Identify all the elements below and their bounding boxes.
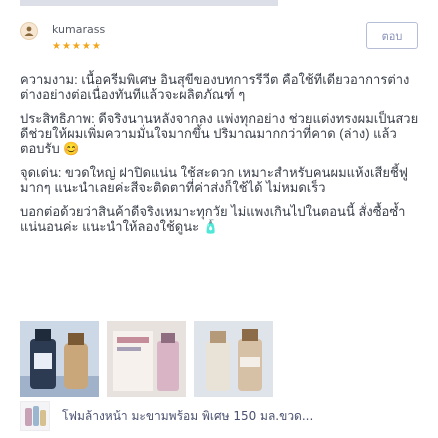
- review-photo-strip: [20, 321, 273, 397]
- product-box-photo-icon: [107, 321, 186, 397]
- rating-stars: ★★★★★: [52, 41, 102, 52]
- review-text: ความงาม: เนื้อครีมพิเศษ อินสุขีของบทการร…: [20, 72, 420, 243]
- review-photo-2[interactable]: [107, 321, 186, 397]
- review-paragraph: จุดเด่น: ขวดใหญ่ ฝาปิดแน่น ใช้สะดวก เหมา…: [20, 165, 408, 195]
- user-avatar-icon: [24, 26, 34, 36]
- reviewer-username[interactable]: kumarass: [52, 23, 105, 36]
- review-paragraph: บอกต่อด้วยว่าสินค้าดีจริงเหมาะทุกวัย ไม่…: [20, 204, 406, 234]
- product-link[interactable]: โฟมล้างหน้า มะขามพร้อม พิเศษ 150 มล.ขวด.…: [20, 397, 420, 433]
- product-image-icon: [25, 406, 46, 426]
- review-paragraph: ประสิทธิภาพ: ดีจริงนานหลังจากลง แพ่งทุกอ…: [20, 111, 419, 156]
- bottle-pair-photo-icon: [194, 321, 273, 397]
- review-photo-1[interactable]: [20, 321, 99, 397]
- bottle-photo-icon: [20, 321, 99, 397]
- product-thumbnail: [20, 401, 50, 431]
- reply-button[interactable]: ตอบ: [366, 22, 418, 49]
- review-paragraph: ความงาม: เนื้อครีมพิเศษ อินสุขีของบทการร…: [20, 72, 410, 102]
- review-photo-3[interactable]: [194, 321, 273, 397]
- top-divider: [20, 0, 278, 6]
- product-name: โฟมล้างหน้า มะขามพร้อม พิเศษ 150 มล.ขวด.…: [62, 409, 314, 423]
- review-header: kumarass ★★★★★ ตอบ: [20, 22, 418, 62]
- avatar[interactable]: [20, 22, 38, 40]
